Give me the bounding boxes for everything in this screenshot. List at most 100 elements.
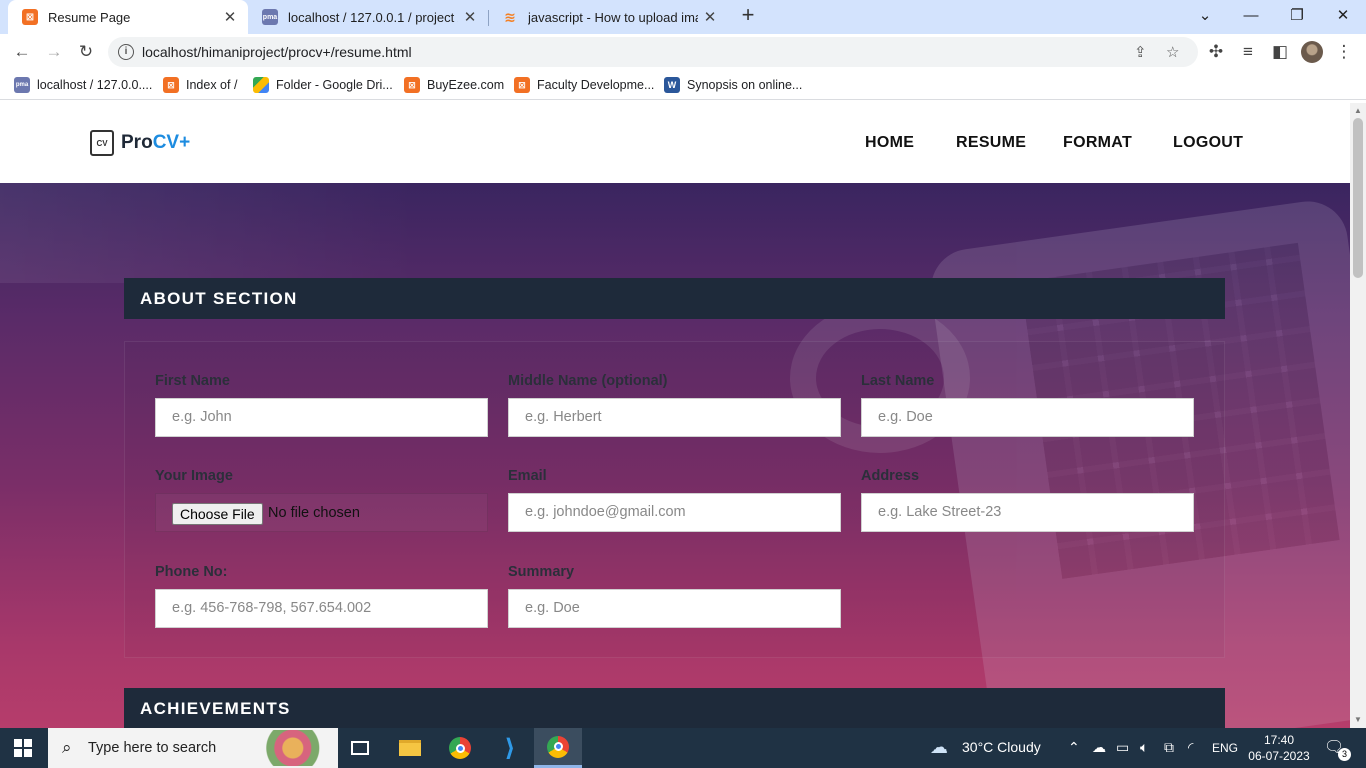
vscode-icon[interactable]: ⟩	[486, 728, 534, 768]
phpmyadmin-icon: pma	[14, 77, 30, 93]
extensions-icon[interactable]: ✣	[1202, 38, 1230, 66]
phone-label: Phone No:	[155, 564, 228, 580]
close-window-icon[interactable]: ✕	[1320, 0, 1366, 30]
meet-now-icon[interactable]: ⧉	[1164, 739, 1174, 756]
xampp-icon: ⊠	[22, 9, 38, 25]
address-bar[interactable]: i localhost/himaniproject/procv+/resume.…	[108, 37, 1198, 67]
cv-document-icon: CV	[90, 130, 114, 156]
file-status-text: No file chosen	[268, 505, 360, 521]
last-name-input[interactable]: e.g. Doe	[861, 398, 1194, 437]
onedrive-icon[interactable]: ☁	[1092, 739, 1106, 756]
menu-icon[interactable]: ⋮	[1330, 38, 1358, 66]
bookmark-label: Faculty Developme...	[537, 78, 655, 92]
search-highlight-image	[264, 730, 336, 766]
scrollbar-thumb[interactable]	[1353, 118, 1363, 278]
nav-home[interactable]: HOME	[865, 134, 914, 152]
bookmark-item[interactable]: ⊠ Index of /	[163, 75, 237, 95]
tab-title: javascript - How to upload image	[528, 9, 698, 25]
minimize-icon[interactable]: —	[1228, 0, 1274, 30]
image-label: Your Image	[155, 468, 233, 484]
scroll-up-icon[interactable]: ▲	[1354, 106, 1362, 115]
site-logo[interactable]: CV Pro CV+	[90, 130, 190, 156]
chevron-up-icon[interactable]: ⌃	[1068, 739, 1080, 756]
wifi-icon[interactable]: ◜	[1188, 739, 1193, 756]
url-text[interactable]: localhost/himaniproject/procv+/resume.ht…	[142, 44, 412, 60]
task-view-icon[interactable]	[336, 728, 384, 768]
clock-date: 06-07-2023	[1248, 749, 1310, 763]
phone-input[interactable]: e.g. 456-768-798, 567.654.002	[155, 589, 488, 628]
email-input[interactable]: e.g. johndoe@gmail.com	[508, 493, 841, 532]
restore-icon[interactable]: ❐	[1274, 0, 1320, 30]
volume-icon[interactable]: 🔈︎	[1140, 739, 1148, 756]
nav-resume[interactable]: RESUME	[956, 134, 1026, 152]
chrome-active-window-icon[interactable]	[534, 728, 582, 768]
achievements-section-heading: ACHIEVEMENTS	[124, 688, 1225, 728]
middle-name-label: Middle Name (optional)	[508, 373, 668, 389]
xampp-icon: ⊠	[163, 77, 179, 93]
profile-avatar[interactable]	[1298, 38, 1326, 66]
first-name-label: First Name	[155, 373, 230, 389]
back-icon[interactable]: ←	[8, 38, 36, 66]
windows-taskbar: ⌕ Type here to search ⟩ ☁ 30°C Cloudy ⌃ …	[0, 728, 1366, 768]
bookmark-item[interactable]: pma localhost / 127.0.0....	[14, 75, 152, 95]
about-form: First Name e.g. John Middle Name (option…	[124, 341, 1225, 658]
logo-text: Pro	[121, 132, 153, 153]
taskbar-search-box[interactable]: ⌕ Type here to search	[48, 728, 338, 768]
windows-start-icon[interactable]	[14, 739, 32, 757]
hero-background: ABOUT SECTION First Name e.g. John Middl…	[0, 183, 1350, 728]
bookmark-item[interactable]: ⊠ Faculty Developme...	[514, 75, 654, 95]
close-icon[interactable]: ✕	[218, 8, 242, 26]
choose-file-button[interactable]: Choose File	[172, 503, 263, 525]
bookmark-item[interactable]: ⊠ BuyEzee.com	[404, 75, 504, 95]
tab-search-icon[interactable]: ⌄	[1182, 0, 1228, 30]
reload-icon[interactable]: ↻	[72, 38, 100, 66]
bookmarks-bar: pma localhost / 127.0.0.... ⊠ Index of /…	[0, 70, 1366, 100]
share-icon[interactable]: ⇪	[1134, 43, 1147, 61]
weather-text[interactable]: 30°C Cloudy	[962, 739, 1041, 755]
nav-format[interactable]: FORMAT	[1063, 134, 1132, 152]
bookmark-label: localhost / 127.0.0....	[37, 78, 153, 92]
notification-count-badge: 3	[1338, 748, 1351, 761]
search-icon: ⌕	[62, 738, 72, 757]
browser-tab-strip: ⊠ Resume Page ✕ pma localhost / 127.0.0.…	[0, 0, 1366, 34]
bookmark-item[interactable]: W Synopsis on online...	[664, 75, 802, 95]
site-navbar: CV Pro CV+ HOME RESUME FORMAT LOGOUT	[0, 103, 1350, 183]
media-queue-icon[interactable]: ≡	[1234, 38, 1262, 66]
close-icon[interactable]: ✕	[698, 8, 722, 26]
clock[interactable]: 17:40 06-07-2023	[1248, 732, 1310, 764]
forward-icon[interactable]: →	[40, 38, 68, 66]
address-label: Address	[861, 468, 920, 484]
summary-label: Summary	[508, 564, 575, 580]
file-explorer-icon[interactable]	[386, 728, 434, 768]
email-label: Email	[508, 468, 547, 484]
side-panel-icon[interactable]: ◧	[1266, 38, 1294, 66]
stackoverflow-icon: ≋	[504, 8, 516, 25]
chrome-icon[interactable]	[436, 728, 484, 768]
tab-title: localhost / 127.0.0.1 / project / re	[288, 9, 458, 25]
site-info-icon[interactable]: i	[118, 44, 134, 60]
bookmark-item[interactable]: Folder - Google Dri...	[253, 75, 393, 95]
first-name-input[interactable]: e.g. John	[155, 398, 488, 437]
summary-input[interactable]: e.g. Doe	[508, 589, 841, 628]
tab-title: Resume Page	[48, 9, 131, 25]
battery-icon[interactable]: ▭	[1116, 739, 1129, 756]
tab-resume-page[interactable]: ⊠ Resume Page ✕	[8, 0, 248, 34]
bookmark-star-icon[interactable]: ☆	[1166, 43, 1179, 61]
tab-phpmyadmin[interactable]: pma localhost / 127.0.0.1 / project / re…	[248, 0, 488, 34]
address-input[interactable]: e.g. Lake Street-23	[861, 493, 1194, 532]
bookmark-label: Synopsis on online...	[687, 78, 803, 92]
word-icon: W	[664, 77, 680, 93]
desk-items-decoration	[0, 183, 420, 283]
new-tab-button[interactable]: +	[736, 4, 760, 28]
tab-stackoverflow[interactable]: ≋ javascript - How to upload image ✕	[488, 0, 728, 34]
clock-time: 17:40	[1263, 733, 1295, 747]
scroll-down-icon[interactable]: ▼	[1354, 715, 1362, 724]
page-scrollbar[interactable]: ▲ ▼	[1350, 103, 1366, 728]
image-file-input[interactable]: Choose File No file chosen	[155, 493, 488, 532]
bookmark-label: Index of /	[186, 78, 238, 92]
language-indicator[interactable]: ENG	[1212, 741, 1238, 755]
middle-name-input[interactable]: e.g. Herbert	[508, 398, 841, 437]
logo-accent-text: CV+	[152, 132, 191, 153]
close-icon[interactable]: ✕	[458, 8, 482, 26]
nav-logout[interactable]: LOGOUT	[1173, 134, 1243, 152]
